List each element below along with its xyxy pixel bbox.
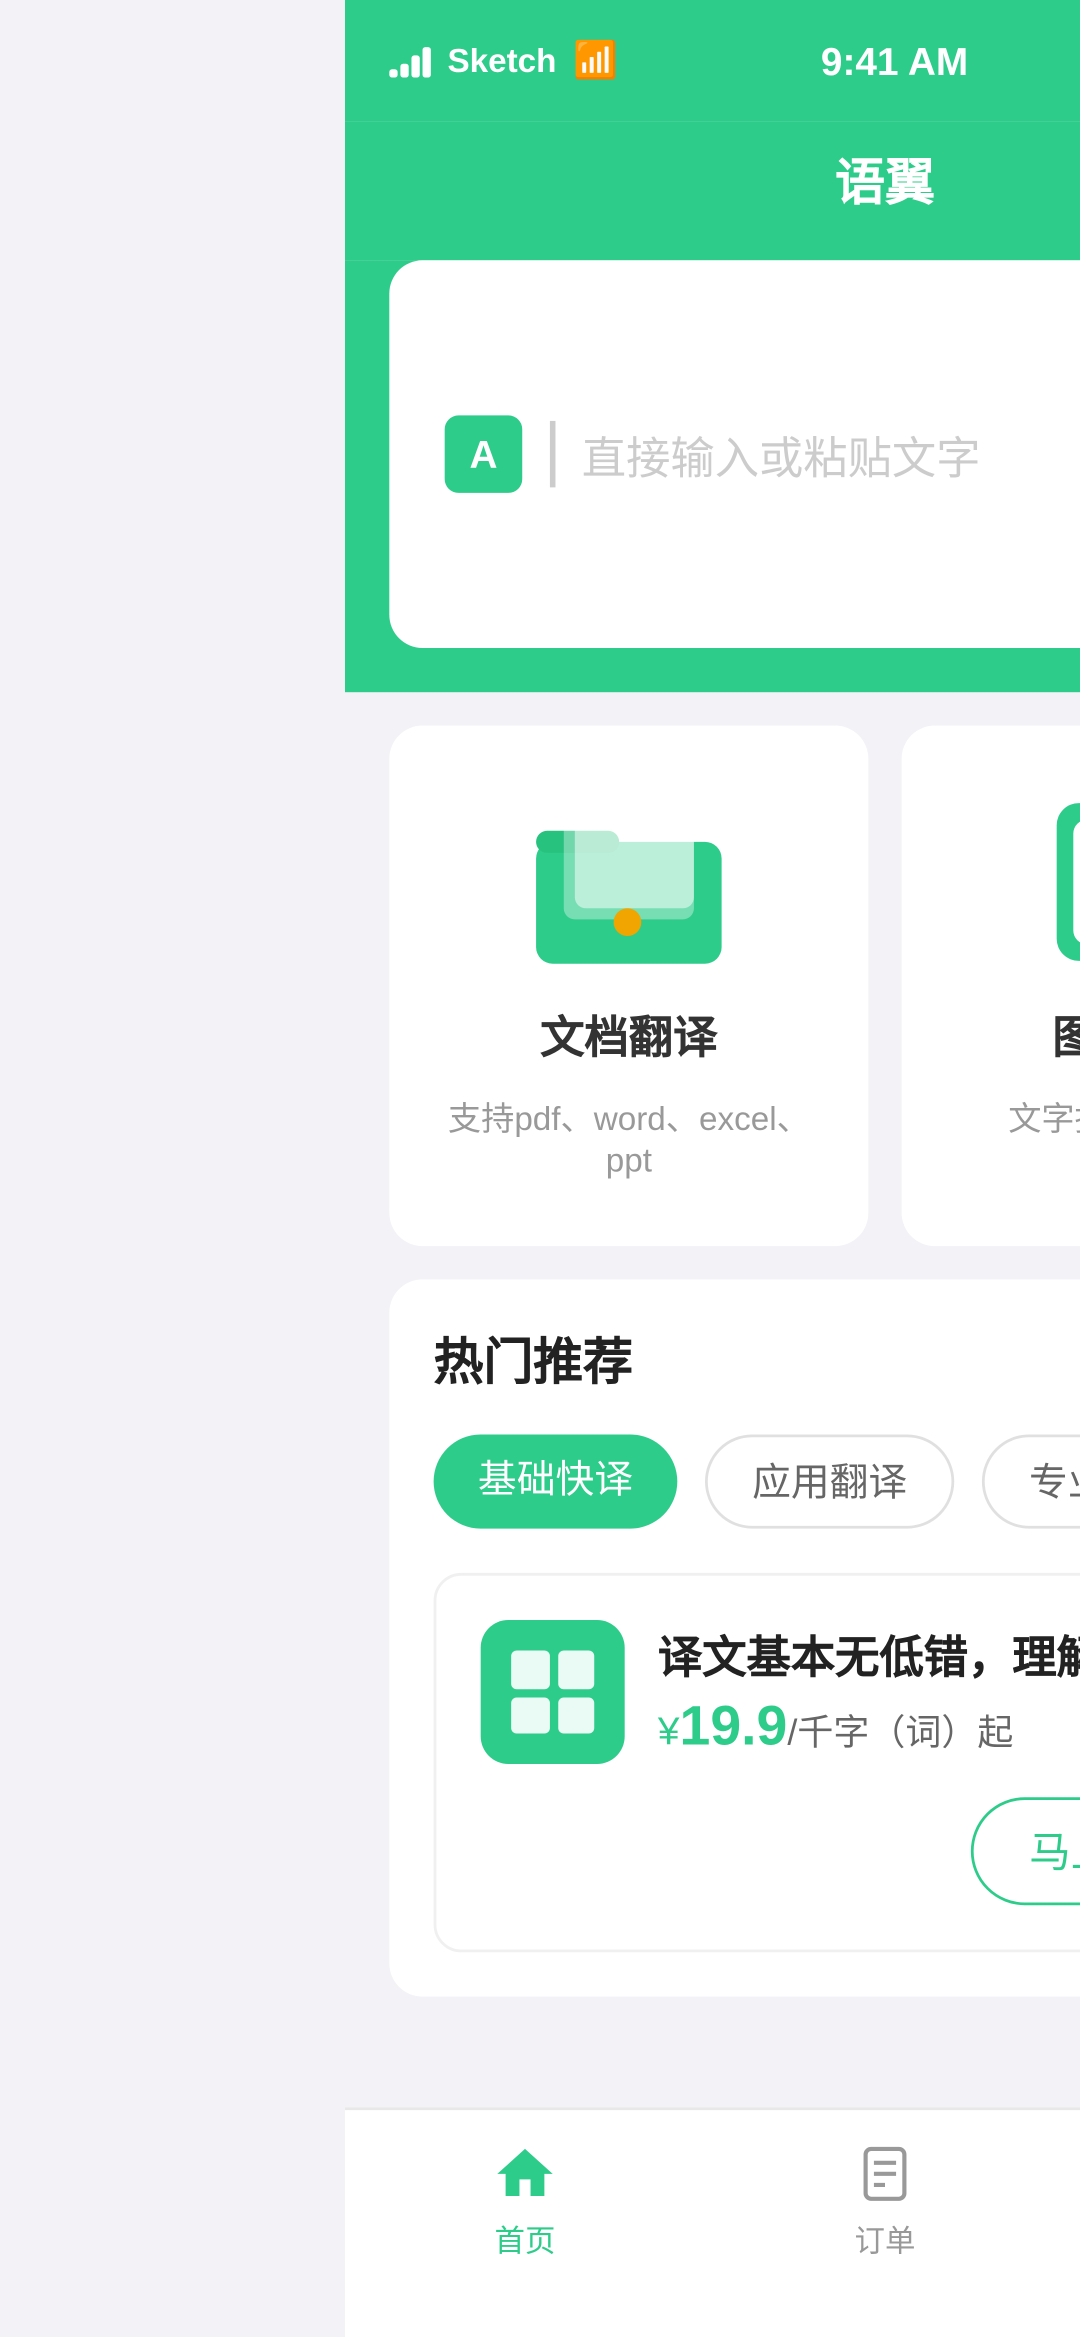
service-icon	[481, 1620, 625, 1764]
doc-translate-title: 文档翻译	[540, 1000, 717, 1066]
rec-section-title: 热门推荐	[434, 1324, 1080, 1396]
status-time: 9:41 AM	[821, 39, 968, 83]
img-translate-title: 图片翻译	[1052, 1000, 1080, 1066]
status-left: Sketch 📶	[389, 39, 618, 83]
rec-card-price: ¥19.9/千字（词）起	[658, 1698, 1080, 1762]
text-input-card[interactable]: A 直接输入或粘贴文字	[389, 260, 1080, 648]
price-symbol: ¥	[658, 1709, 680, 1753]
tab-basic[interactable]: 基础快译	[434, 1434, 678, 1528]
nav-orders-label: 订单	[855, 2218, 916, 2262]
tab-professional[interactable]: 专业翻译	[982, 1434, 1080, 1528]
rec-card-top: 译文基本无低错，理解无障碍 ¥19.9/千字（词）起	[481, 1620, 1080, 1764]
document-icon	[525, 792, 733, 972]
doc-translate-subtitle: 支持pdf、word、excel、ppt	[434, 1094, 824, 1180]
document-translation-card[interactable]: 文档翻译 支持pdf、word、excel、ppt	[389, 726, 868, 1247]
translate-icon: A	[445, 415, 523, 493]
orders-icon	[852, 2141, 918, 2207]
nav-profile[interactable]: 我的	[1065, 2110, 1080, 2337]
grid-icon	[511, 1650, 594, 1733]
nav-home[interactable]: 首页	[345, 2110, 705, 2337]
rec-card-action: 马上试试 >	[481, 1797, 1080, 1905]
app-title: 语翼	[345, 144, 1080, 216]
status-bar: Sketch 📶 9:41 AM 📶 100%	[345, 0, 1080, 122]
wifi-icon: 📶	[573, 39, 618, 83]
input-divider	[550, 421, 554, 487]
rec-tabs: 基础快译 应用翻译 专业翻译 翻译+润色	[434, 1434, 1080, 1528]
feature-cards-row: 文档翻译 支持pdf、word、excel、ppt 图片翻译 文字提取图片识别	[345, 692, 1080, 1279]
price-unit: /千字（词）起	[787, 1711, 1013, 1753]
tab-applied[interactable]: 应用翻译	[705, 1434, 954, 1528]
rec-card: 译文基本无低错，理解无障碍 ¥19.9/千字（词）起 马上试试 >	[434, 1573, 1080, 1952]
text-input-placeholder[interactable]: 直接输入或粘贴文字	[582, 421, 981, 487]
app-header: 语翼	[345, 122, 1080, 260]
nav-orders[interactable]: 订单	[705, 2110, 1065, 2337]
signal-icon	[389, 44, 431, 77]
rec-card-info: 译文基本无低错，理解无障碍 ¥19.9/千字（词）起	[658, 1620, 1080, 1761]
price-number: 19.9	[680, 1698, 788, 1759]
try-button[interactable]: 马上试试 >	[971, 1797, 1080, 1905]
image-translation-card[interactable]: 图片翻译 文字提取图片识别	[902, 726, 1080, 1247]
main-content: A 直接输入或粘贴文字	[345, 260, 1080, 692]
nav-home-label: 首页	[495, 2218, 556, 2262]
home-icon	[492, 2141, 558, 2207]
img-translate-subtitle: 文字提取图片识别	[1008, 1094, 1080, 1141]
recommendations-section: 热门推荐 基础快译 应用翻译 专业翻译 翻译+润色 译文基本无低错，理解无障碍 …	[389, 1279, 1080, 1996]
bottom-nav: 首页 订单 我的	[345, 2107, 1080, 2337]
carrier-label: Sketch	[447, 42, 556, 81]
image-icon	[1044, 792, 1080, 972]
rec-card-title: 译文基本无低错，理解无障碍	[658, 1620, 1080, 1686]
